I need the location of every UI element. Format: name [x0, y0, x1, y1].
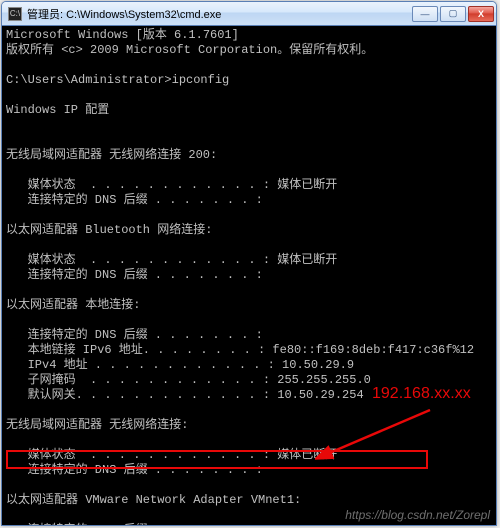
window-title: 管理员: C:\Windows\System32\cmd.exe [27, 6, 410, 22]
maximize-button[interactable]: ▢ [440, 6, 466, 22]
window-buttons: — ▢ X [410, 6, 494, 22]
console-text: Microsoft Windows [版本 6.1.7601] 版权所有 <c>… [6, 28, 492, 525]
cmd-icon: C:\ [8, 7, 22, 21]
watermark: https://blog.csdn.net/Zorepl [345, 508, 490, 523]
titlebar[interactable]: C:\ 管理员: C:\Windows\System32\cmd.exe — ▢… [2, 2, 496, 26]
close-button[interactable]: X [468, 6, 494, 22]
minimize-button[interactable]: — [412, 6, 438, 22]
cmd-window: C:\ 管理员: C:\Windows\System32\cmd.exe — ▢… [1, 1, 497, 526]
console-area[interactable]: Microsoft Windows [版本 6.1.7601] 版权所有 <c>… [2, 26, 496, 525]
